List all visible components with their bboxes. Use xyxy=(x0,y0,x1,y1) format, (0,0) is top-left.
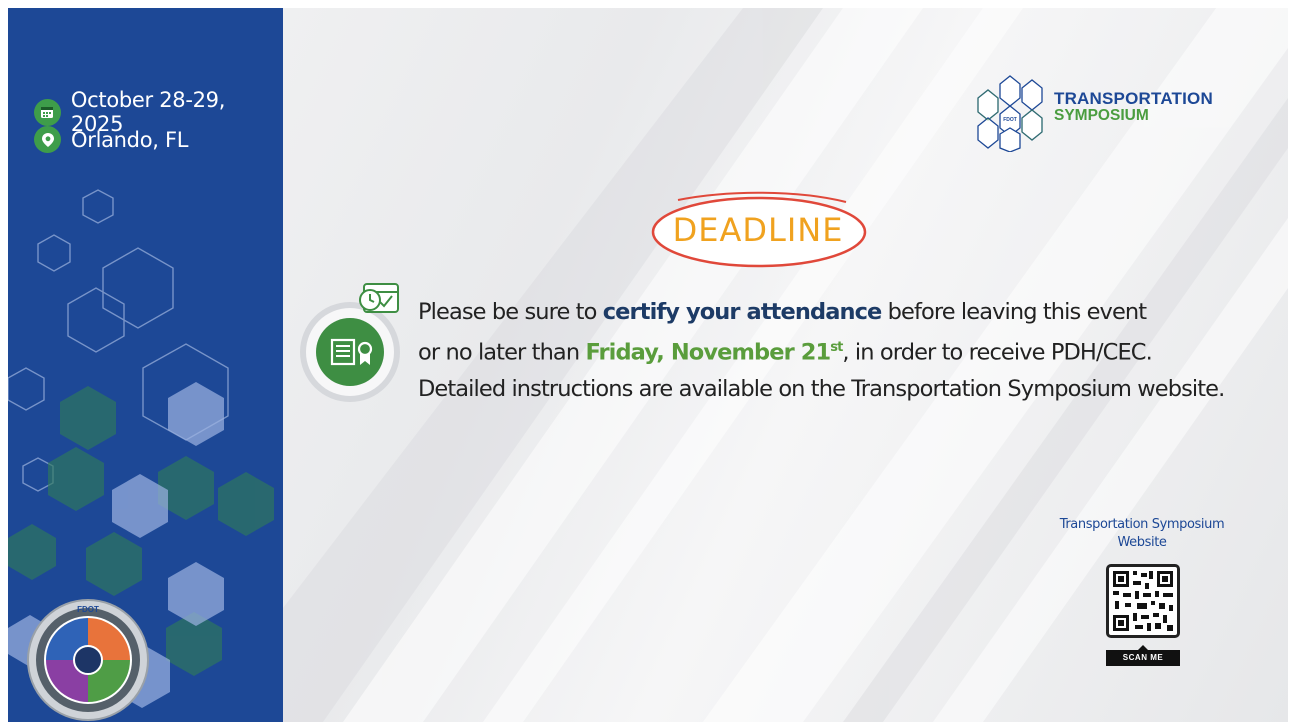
message-line-1: Please be sure to certify your attendanc… xyxy=(418,294,1278,330)
sidebar: October 28-29, 2025 Orlando, FL FDOT xyxy=(8,8,283,722)
scan-me-label: SCAN ME xyxy=(1106,645,1180,666)
deadline-date-suffix: st xyxy=(830,340,843,355)
logo-line-2: SYMPOSIUM xyxy=(1054,107,1149,124)
message-line-2-pre: or no later than xyxy=(418,339,586,366)
logo-inner-text: FDOT xyxy=(1003,117,1017,123)
qr-code-graphic xyxy=(1113,571,1173,631)
event-location-text: Orlando, FL xyxy=(71,127,189,152)
qr-label: Transportation Symposium Website xyxy=(1059,517,1225,550)
qr-code[interactable] xyxy=(1106,564,1180,638)
calendar-icon xyxy=(34,98,61,126)
message-line-1-pre: Please be sure to xyxy=(418,299,603,325)
logo-line-1: TRANSPORTATION xyxy=(1054,89,1213,108)
event-location: Orlando, FL xyxy=(34,126,188,153)
certificate-icon xyxy=(300,283,400,402)
deadline-label: DEADLINE xyxy=(672,211,844,249)
symposium-logo-text: TRANSPORTATION SYMPOSIUM xyxy=(1054,90,1213,124)
certify-emphasis: certify your attendance xyxy=(602,299,883,325)
message-line-1-post: before leaving this event xyxy=(881,299,1147,325)
message-line-3: Detailed instructions are available on t… xyxy=(418,375,1225,402)
badge-label: FDOT xyxy=(77,605,99,614)
slide: October 28-29, 2025 Orlando, FL FDOT FDO… xyxy=(8,8,1288,722)
attendance-message: Please be sure to certify your attendanc… xyxy=(418,294,1278,407)
location-pin-icon xyxy=(34,126,61,153)
deadline-date-emphasis: Friday, November 21 xyxy=(585,339,831,366)
message-line-2-post: , in order to receive PDH/CEC. xyxy=(842,339,1152,366)
fdot-badge: FDOT xyxy=(27,599,149,721)
message-line-2: or no later than Friday, November 21st, … xyxy=(418,330,1278,371)
